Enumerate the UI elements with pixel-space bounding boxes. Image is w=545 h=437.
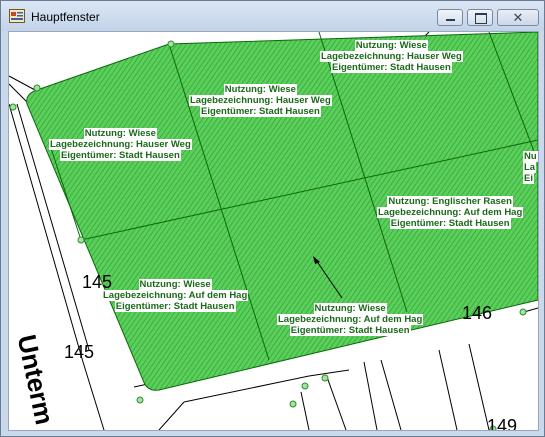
parcel-label: Nutzung: Wiese Lagebezeichnung: Hauser W… <box>189 84 332 117</box>
app-icon <box>9 9 25 23</box>
parcel-label: Nutzung: Wiese Lagebezeichnung: Auf dem … <box>102 279 249 312</box>
maximize-icon <box>475 13 487 24</box>
maximize-button[interactable] <box>467 9 493 26</box>
map-canvas[interactable]: Nutzung: Wiese Lagebezeichnung: Hauser W… <box>8 31 539 431</box>
main-window: Hauptfenster ✕ Nutzung: Wiese Lagebezeic… <box>0 0 545 437</box>
parcel-label: Nu La Ei <box>523 151 538 184</box>
parcel-label: Nutzung: Wiese Lagebezeichnung: Hauser W… <box>49 128 192 161</box>
parcel-label: Nutzung: Englischer Rasen Lagebezeichnun… <box>377 196 524 229</box>
parcel-number: 145 <box>82 272 113 292</box>
parcel-number: 146 <box>462 303 493 323</box>
minimize-icon <box>446 19 455 21</box>
title-bar[interactable]: Hauptfenster ✕ <box>1 1 544 31</box>
close-icon: ✕ <box>512 10 524 25</box>
close-button[interactable]: ✕ <box>497 9 539 26</box>
parcel-number: 145 <box>64 342 95 362</box>
window-title: Hauptfenster <box>31 10 100 24</box>
parcel-label: Nutzung: Wiese Lagebezeichnung: Auf dem … <box>277 303 424 336</box>
parcel-number: 149 <box>487 416 518 431</box>
parcel-label: Nutzung: Wiese Lagebezeichnung: Hauser W… <box>320 40 463 73</box>
minimize-button[interactable] <box>437 9 463 26</box>
